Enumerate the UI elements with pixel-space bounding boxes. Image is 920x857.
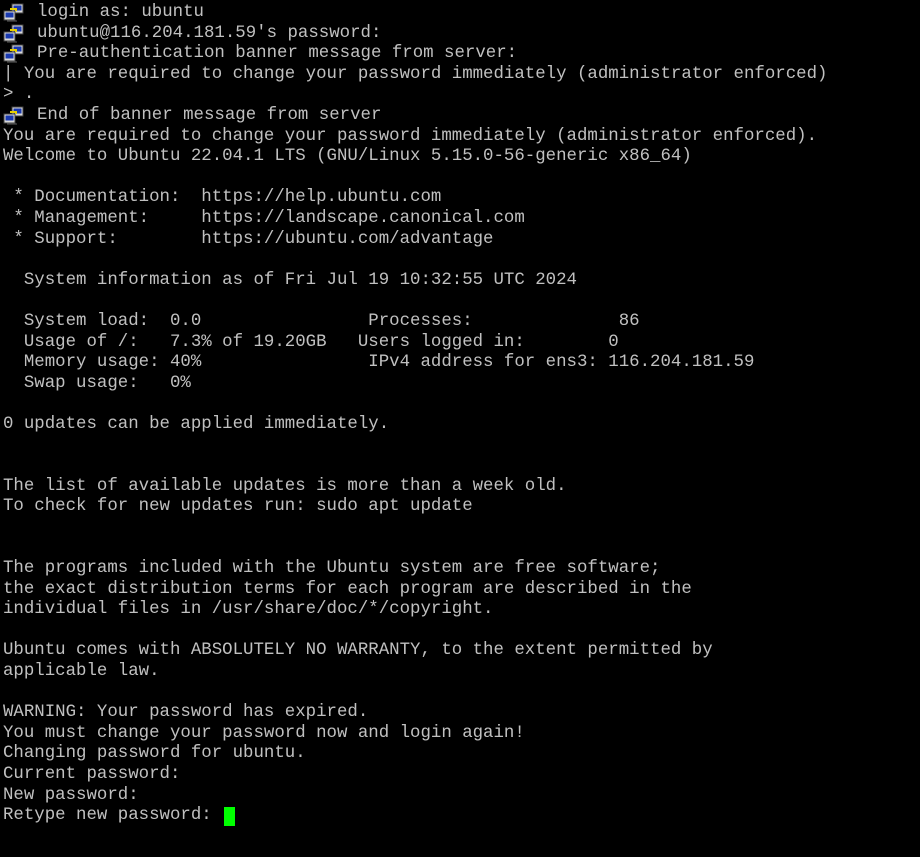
terminal-line-text: Swap usage: 0% — [3, 373, 191, 393]
terminal-line: The list of available updates is more th… — [3, 477, 918, 498]
terminal-line-text: > . — [3, 85, 35, 105]
terminal-line-text: | You are required to change your passwo… — [3, 64, 828, 84]
terminal-line-text: You must change your password now and lo… — [3, 723, 525, 743]
terminal-line: the exact distribution terms for each pr… — [3, 580, 918, 601]
terminal-line-text: System information as of Fri Jul 19 10:3… — [3, 270, 577, 290]
terminal-line-text: WARNING: Your password has expired. — [3, 703, 369, 723]
terminal-line-text: the exact distribution terms for each pr… — [3, 579, 692, 599]
terminal-line-text: Usage of /: 7.3% of 19.20GB Users logged… — [3, 332, 619, 352]
terminal-line-text: Retype new password: — [3, 806, 223, 826]
terminal-line: > . — [3, 85, 918, 106]
terminal-line: * Management: https://landscape.canonica… — [3, 209, 918, 230]
terminal-line-text: To check for new updates run: sudo apt u… — [3, 497, 473, 517]
terminal-line: End of banner message from server — [3, 106, 918, 127]
terminal-line: You are required to change your password… — [3, 127, 918, 148]
terminal-line-text: The programs included with the Ubuntu sy… — [3, 559, 661, 579]
terminal-line: | You are required to change your passwo… — [3, 65, 918, 86]
terminal-line: * Support: https://ubuntu.com/advantage — [3, 230, 918, 251]
text-cursor[interactable] — [224, 806, 236, 826]
terminal-line-text: Pre-authentication banner message from s… — [37, 44, 518, 64]
terminal-line-text: Ubuntu comes with ABSOLUTELY NO WARRANTY… — [3, 641, 713, 661]
terminal-line: Usage of /: 7.3% of 19.20GB Users logged… — [3, 333, 918, 354]
terminal-line: System load: 0.0 Processes: 86 — [3, 312, 918, 333]
terminal-line: 0 updates can be applied immediately. — [3, 415, 918, 436]
terminal-line: Ubuntu comes with ABSOLUTELY NO WARRANTY… — [3, 641, 918, 662]
terminal-line-text: The list of available updates is more th… — [3, 476, 567, 496]
terminal-line: New password: — [3, 786, 918, 807]
terminal-line-text: 0 updates can be applied immediately. — [3, 414, 390, 434]
putty-icon — [3, 106, 25, 126]
terminal-line: Memory usage: 40% IPv4 address for ens3:… — [3, 353, 918, 374]
terminal-line: individual files in /usr/share/doc/*/cop… — [3, 600, 918, 621]
terminal-line-text: * Management: https://landscape.canonica… — [3, 208, 525, 228]
terminal-line: ubuntu@116.204.181.59's password: — [3, 24, 918, 45]
putty-icon — [3, 24, 25, 44]
terminal-line: To check for new updates run: sudo apt u… — [3, 497, 918, 518]
terminal-line: * Documentation: https://help.ubuntu.com — [3, 188, 918, 209]
terminal-line: System information as of Fri Jul 19 10:3… — [3, 271, 918, 292]
terminal-line-text: Changing password for ubuntu. — [3, 744, 306, 764]
terminal-line: applicable law. — [3, 662, 918, 683]
putty-icon — [3, 3, 25, 23]
terminal-line-text: Memory usage: 40% IPv4 address for ens3:… — [3, 353, 755, 373]
terminal-line-text: login as: ubuntu — [37, 3, 204, 22]
terminal-line: WARNING: Your password has expired. — [3, 703, 918, 724]
terminal-line-text: * Support: https://ubuntu.com/advantage — [3, 229, 494, 249]
terminal-line-text: Welcome to Ubuntu 22.04.1 LTS (GNU/Linux… — [3, 147, 692, 167]
terminal-window[interactable]: login as: ubuntu ubuntu@116.204.181.59's … — [3, 3, 918, 855]
terminal-line-text: New password: — [3, 785, 139, 805]
putty-icon — [3, 44, 25, 64]
terminal-line-text: System load: 0.0 Processes: 86 — [3, 311, 640, 331]
terminal-line-text: individual files in /usr/share/doc/*/cop… — [3, 600, 494, 620]
terminal-line: login as: ubuntu — [3, 3, 918, 24]
terminal-line: Welcome to Ubuntu 22.04.1 LTS (GNU/Linux… — [3, 147, 918, 168]
terminal-line-text: End of banner message from server — [37, 105, 382, 125]
terminal-line: Changing password for ubuntu. — [3, 744, 918, 765]
terminal-line: You must change your password now and lo… — [3, 724, 918, 745]
terminal-line: Current password: — [3, 765, 918, 786]
terminal-line-text: You are required to change your password… — [3, 126, 818, 146]
terminal-line-text: * Documentation: https://help.ubuntu.com — [3, 188, 442, 208]
terminal-line: Swap usage: 0% — [3, 374, 918, 395]
terminal-line-text: Current password: — [3, 764, 181, 784]
terminal-line-text: ubuntu@116.204.181.59's password: — [37, 23, 382, 43]
terminal-line: The programs included with the Ubuntu sy… — [3, 559, 918, 580]
terminal-line-text: applicable law. — [3, 662, 160, 681]
terminal-line: Retype new password: — [3, 806, 918, 827]
terminal-line: Pre-authentication banner message from s… — [3, 44, 918, 65]
